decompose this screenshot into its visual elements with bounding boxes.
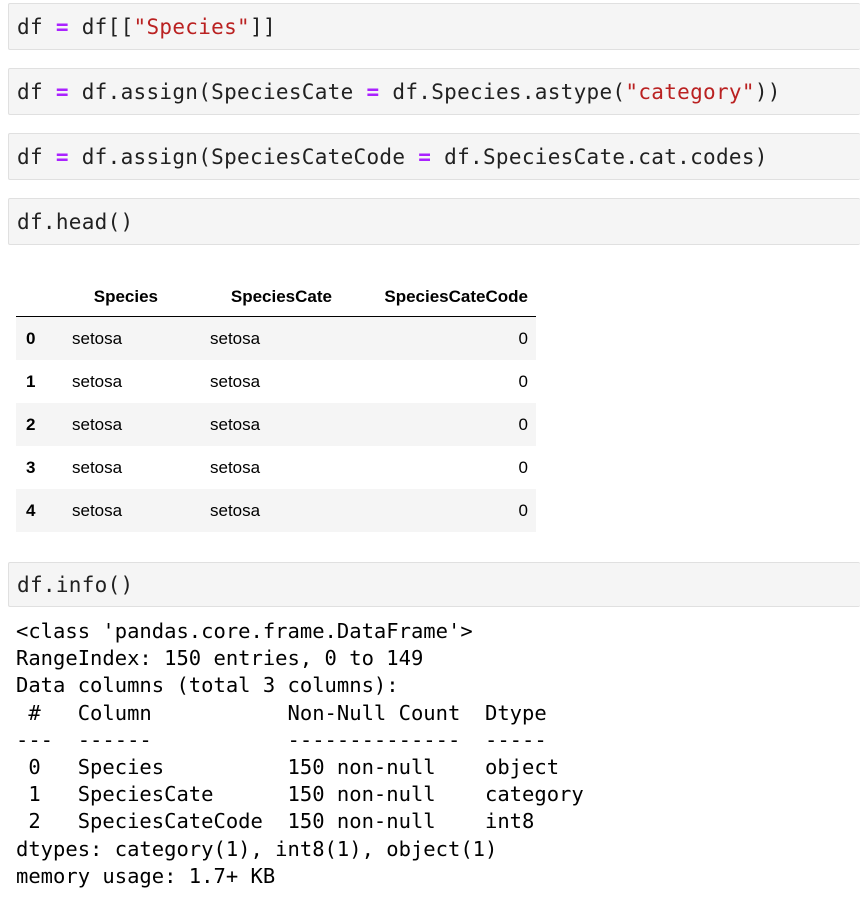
cell-code[interactable]: df = df.assign(SpeciesCate = df.Species.…: [17, 69, 781, 114]
table-cell: 0: [518, 414, 528, 434]
cell-code[interactable]: df.info(): [17, 563, 134, 606]
code-cell-2[interactable]: df = df.assign(SpeciesCate = df.Species.…: [8, 68, 860, 115]
code-text: )): [754, 79, 781, 104]
output-line: dtypes: category(1), int8(1), object(1): [16, 836, 498, 861]
output-line: --- ------ -------------- -----: [16, 727, 584, 752]
code-text: df[[: [68, 14, 134, 39]
cell-code[interactable]: df = df.assign(SpeciesCateCode = df.Spec…: [17, 134, 768, 179]
table-row: 1 setosa setosa 0: [16, 360, 536, 403]
output-line: 1 SpeciesCate 150 non-null category: [16, 782, 584, 807]
code-operator: =: [55, 79, 69, 104]
code-cell-4[interactable]: df.head(): [8, 198, 860, 245]
table-row: 0 setosa setosa 0: [16, 316, 536, 360]
row-index: 4: [26, 500, 36, 520]
table-cell: setosa: [72, 414, 123, 434]
code-text: df: [17, 14, 56, 39]
code-text: ]]: [250, 14, 276, 39]
column-header: Species: [62, 278, 166, 317]
code-string: "category": [625, 79, 755, 104]
row-index: 1: [26, 371, 36, 391]
table-cell: 0: [518, 457, 528, 477]
info-output: <class 'pandas.core.frame.DataFrame'> Ran…: [16, 618, 584, 890]
output-line: 0 Species 150 non-null object: [16, 754, 584, 779]
output-line: memory usage: 1.7+ KB: [16, 863, 276, 888]
output-line: Data columns (total 3 columns):: [16, 673, 399, 698]
table-cell: setosa: [210, 328, 261, 348]
output-line: <class 'pandas.core.frame.DataFrame'>: [16, 619, 473, 643]
table-header-row: Species SpeciesCate SpeciesCateCode: [16, 278, 536, 317]
table-cell: 0: [518, 328, 528, 348]
column-header: SpeciesCate: [166, 278, 342, 317]
code-operator: =: [55, 144, 69, 169]
row-index: 2: [26, 414, 36, 434]
code-text: df.head(): [17, 209, 134, 234]
code-text: df.assign(SpeciesCateCode: [68, 144, 419, 169]
index-header: [16, 278, 62, 317]
code-cell-1[interactable]: df = df[["Species"]]: [8, 3, 860, 50]
table-cell: setosa: [210, 500, 261, 520]
code-text: df.info(): [17, 572, 134, 597]
code-text: df.Species.astype(: [379, 79, 626, 104]
code-cell-3[interactable]: df = df.assign(SpeciesCateCode = df.Spec…: [8, 133, 860, 180]
code-text: df.assign(SpeciesCate: [68, 79, 367, 104]
table-cell: 0: [518, 371, 528, 391]
table-cell: setosa: [210, 414, 261, 434]
table-cell: setosa: [72, 328, 123, 348]
code-operator: =: [418, 144, 432, 169]
code-operator: =: [366, 79, 380, 104]
code-text: df.SpeciesCate.cat.codes): [431, 144, 768, 169]
table-row: 2 setosa setosa 0: [16, 403, 536, 446]
table-cell: setosa: [72, 371, 123, 391]
output-line: 2 SpeciesCateCode 150 non-null int8: [16, 809, 584, 834]
column-header: SpeciesCateCode: [342, 278, 536, 317]
row-index: 3: [26, 457, 36, 477]
code-string: "Species": [133, 14, 251, 39]
code-cell-5[interactable]: df.info(): [8, 562, 860, 607]
table-cell: 0: [518, 500, 528, 520]
cell-code[interactable]: df = df[["Species"]]: [17, 4, 276, 49]
dataframe-table: Species SpeciesCate SpeciesCateCode 0 se…: [16, 278, 536, 532]
output-line: RangeIndex: 150 entries, 0 to 149: [16, 646, 424, 671]
cell-code[interactable]: df.head(): [17, 199, 134, 244]
table-row: 3 setosa setosa 0: [16, 446, 536, 489]
code-text: df: [17, 144, 56, 169]
table-cell: setosa: [72, 457, 123, 477]
row-index: 0: [26, 328, 36, 348]
table-cell: setosa: [210, 371, 261, 391]
table-cell: setosa: [72, 500, 123, 520]
output-line: # Column Non-Null Count Dtype: [16, 700, 584, 725]
code-text: df: [17, 79, 56, 104]
table-cell: setosa: [210, 457, 261, 477]
code-operator: =: [55, 14, 69, 39]
table-row: 4 setosa setosa 0: [16, 489, 536, 532]
